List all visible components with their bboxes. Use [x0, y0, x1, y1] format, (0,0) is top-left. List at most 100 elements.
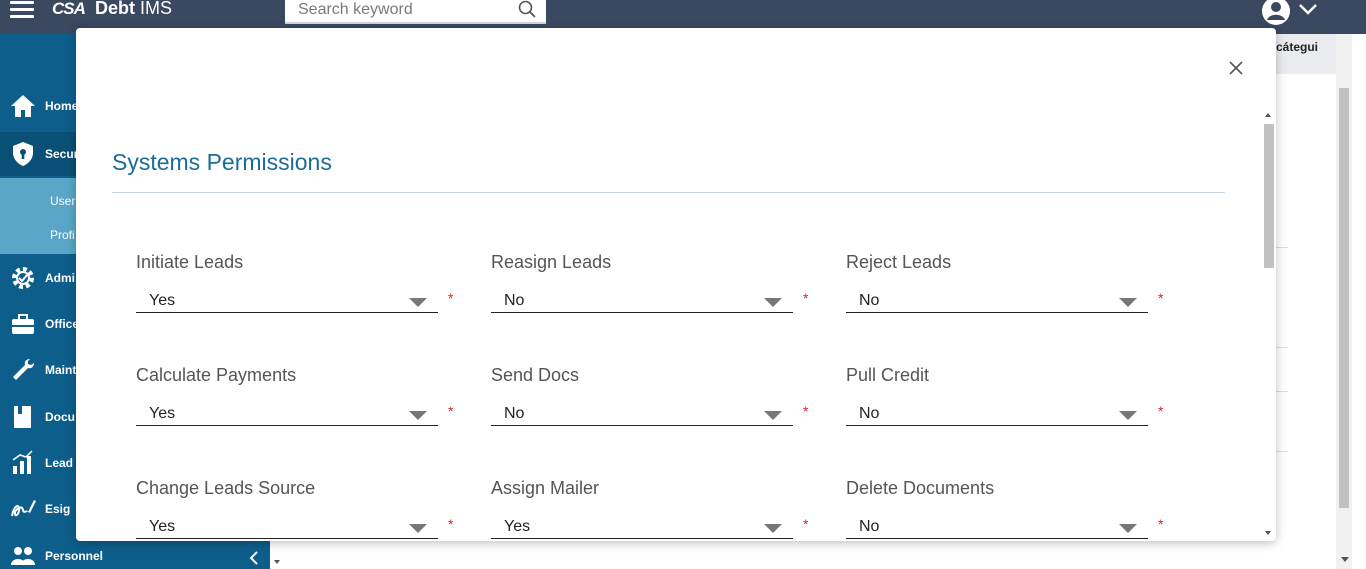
home-icon — [11, 95, 35, 117]
select-value: No — [504, 292, 525, 309]
select-value: No — [859, 405, 880, 422]
required-asterisk: * — [1158, 516, 1164, 532]
field-initiate-leads: Initiate Leads Yes * — [136, 252, 466, 322]
background-divider — [1276, 347, 1288, 348]
dropdown-caret-icon — [409, 411, 427, 420]
field-label: Change Leads Source — [136, 478, 316, 498]
select-value: No — [859, 518, 880, 535]
background-user-name: zcátegui — [1270, 40, 1319, 54]
required-asterisk: * — [448, 516, 454, 532]
sidebar-subitem-profiles[interactable]: Profi — [50, 228, 75, 242]
hamburger-menu-icon[interactable] — [10, 1, 34, 19]
background-divider — [1276, 451, 1288, 452]
field-assign-mailer: Assign Mailer Yes * — [491, 478, 821, 541]
field-calculate-payments: Calculate Payments Yes * — [136, 365, 466, 435]
select-value: Yes — [149, 518, 176, 535]
permissions-modal: Systems Permissions Initiate Leads Yes *… — [76, 28, 1276, 541]
modal-scrollbar-thumb[interactable] — [1264, 124, 1274, 268]
field-label: Pull Credit — [846, 365, 930, 385]
chevron-down-icon[interactable] — [1298, 2, 1318, 16]
wrench-icon — [13, 359, 34, 380]
sidebar-item-label: Personnel — [45, 549, 104, 563]
reject-leads-select[interactable]: No — [846, 285, 1148, 313]
field-label: Calculate Payments — [136, 365, 297, 385]
chevron-left-icon[interactable] — [248, 550, 260, 566]
gear-icon — [12, 267, 34, 289]
sidebar-item-label: Admi — [45, 271, 75, 285]
dropdown-caret-icon — [409, 298, 427, 307]
pull-credit-select[interactable]: No — [846, 398, 1148, 426]
app-title: Debt IMS — [95, 0, 172, 19]
signature-icon — [11, 500, 36, 517]
modal-scrollbar[interactable] — [1260, 108, 1276, 541]
field-label: Reject Leads — [846, 252, 952, 272]
calculate-payments-select[interactable]: Yes — [136, 398, 438, 426]
dropdown-caret-icon — [1119, 298, 1137, 307]
select-value: Yes — [149, 292, 176, 309]
modal-scroll-up-arrow[interactable] — [1265, 113, 1271, 117]
dropdown-caret-icon — [1119, 524, 1137, 533]
dropdown-caret-icon — [764, 298, 782, 307]
search-icon[interactable] — [518, 0, 536, 18]
select-value: No — [504, 405, 525, 422]
change-leads-source-select[interactable]: Yes — [136, 511, 438, 539]
dropdown-caret-icon — [409, 524, 427, 533]
dropdown-caret-icon — [764, 411, 782, 420]
title-divider — [112, 192, 1225, 193]
people-icon — [11, 547, 35, 565]
required-asterisk: * — [448, 290, 454, 306]
book-icon — [14, 406, 31, 428]
field-label: Send Docs — [491, 365, 580, 385]
dropdown-caret-icon — [1119, 411, 1137, 420]
sidebar-item-label: Office — [45, 317, 80, 331]
field-label: Initiate Leads — [136, 252, 244, 272]
brand-logo: CSA — [52, 0, 86, 18]
required-asterisk: * — [803, 290, 809, 306]
delete-documents-select[interactable]: No — [846, 511, 1148, 539]
app-title-rest: IMS — [135, 0, 173, 18]
field-change-leads-source: Change Leads Source Yes * — [136, 478, 466, 541]
required-asterisk: * — [1158, 403, 1164, 419]
sidebar-item-label: Home — [45, 99, 79, 113]
page-scroll-down-arrow[interactable] — [1341, 557, 1349, 562]
field-label: Delete Documents — [846, 478, 995, 498]
sidebar-item-label: Secur — [45, 147, 79, 161]
sidebar-item-label: Esig — [45, 502, 71, 516]
sidebar-item-label: Maint — [45, 363, 77, 377]
field-reasign-leads: Reasign Leads No * — [491, 252, 821, 322]
modal-scroll-down-arrow[interactable] — [1265, 531, 1271, 535]
reasign-leads-select[interactable]: No — [491, 285, 793, 313]
field-reject-leads: Reject Leads No * — [846, 252, 1176, 322]
initiate-leads-select[interactable]: Yes — [136, 285, 438, 313]
sidebar-item-label: Lead — [45, 456, 74, 470]
field-send-docs: Send Docs No * — [491, 365, 821, 435]
field-label: Assign Mailer — [491, 478, 600, 498]
sidebar-scroll-down-arrow[interactable] — [274, 560, 280, 564]
sidebar-subitem-users[interactable]: User — [50, 194, 75, 208]
send-docs-select[interactable]: No — [491, 398, 793, 426]
select-value: No — [859, 292, 880, 309]
assign-mailer-select[interactable]: Yes — [491, 511, 793, 539]
field-delete-documents: Delete Documents No * — [846, 478, 1176, 541]
select-value: Yes — [504, 518, 531, 535]
dropdown-caret-icon — [764, 524, 782, 533]
briefcase-icon — [12, 314, 34, 334]
select-value: Yes — [149, 405, 176, 422]
field-label: Reasign Leads — [491, 252, 612, 272]
required-asterisk: * — [803, 516, 809, 532]
bar-chart-icon — [12, 450, 33, 474]
shield-icon — [13, 142, 33, 166]
section-title: Systems Permissions — [112, 149, 332, 175]
search-box — [285, 0, 546, 24]
app-title-bold: Debt — [95, 0, 135, 18]
user-avatar-icon[interactable] — [1261, 0, 1291, 26]
search-input[interactable] — [285, 0, 510, 22]
background-divider — [1276, 247, 1288, 248]
field-pull-credit: Pull Credit No * — [846, 365, 1176, 435]
background-divider — [1276, 391, 1288, 392]
page-scrollbar-thumb[interactable] — [1339, 88, 1349, 508]
close-icon[interactable] — [1227, 59, 1245, 77]
required-asterisk: * — [803, 403, 809, 419]
required-asterisk: * — [1158, 290, 1164, 306]
sidebar-item-label: Docu — [45, 410, 75, 424]
